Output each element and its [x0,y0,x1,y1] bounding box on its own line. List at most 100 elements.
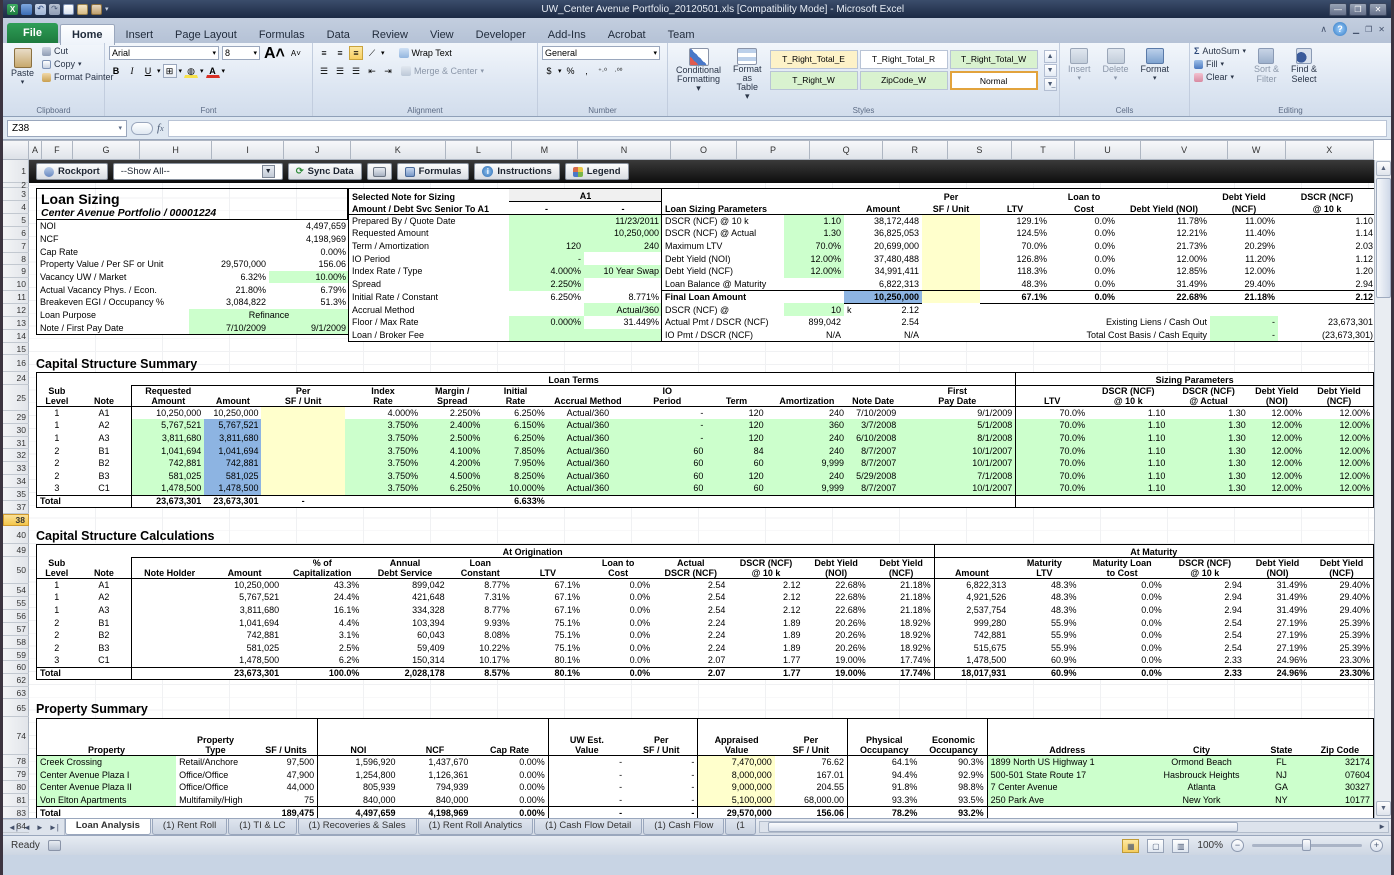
cell[interactable] [1016,495,1088,508]
cell[interactable]: Requested Amount [349,227,509,240]
cell[interactable]: 421,648 [362,591,447,604]
col-header-W[interactable]: W [1228,140,1286,160]
cell[interactable]: 3.750% [345,470,421,483]
cell[interactable]: Loan Sizing Parameters [662,202,784,215]
cell[interactable]: Accrual Method [548,385,628,406]
cell[interactable]: NCF [37,233,189,246]
cell[interactable]: 0.00% [471,794,548,807]
cell[interactable]: - [584,202,662,215]
row-header-57[interactable]: 57 [3,623,29,636]
cell[interactable]: 1.14 [1278,227,1374,240]
cell[interactable]: 120 [706,406,766,419]
cell[interactable]: 70.0% [1016,419,1088,432]
cell[interactable] [628,495,706,508]
cell[interactable]: Actual Pmt / DSCR (NCF) [662,316,784,329]
cell[interactable]: FL [1256,756,1307,769]
row-header-7[interactable]: 7 [3,240,29,253]
cell[interactable]: 1.10 [1278,214,1374,227]
cell[interactable]: - [548,781,625,794]
cell[interactable] [980,189,1050,202]
cell[interactable]: 3,811,680 [207,604,282,617]
cell[interactable]: 55.9% [1009,629,1079,642]
cell[interactable]: 10.22% [448,642,513,655]
cell[interactable]: 12.00% [1249,482,1305,495]
row-header-14[interactable]: 14 [3,330,29,343]
cell[interactable]: 2 [37,616,77,629]
underline-button[interactable]: U [141,64,155,78]
cell[interactable]: 2.250% [509,278,584,291]
cell[interactable]: 60 [628,444,706,457]
undo-icon[interactable]: ↶ [35,4,46,15]
ribbon-tab-home[interactable]: Home [60,24,115,45]
cell[interactable]: B1 [77,616,132,629]
cell[interactable]: LoanConstant [448,557,513,578]
cell[interactable]: DSCR (NCF) [1278,189,1374,202]
cell[interactable]: 1 [37,591,77,604]
cell[interactable]: 8/1/2008 [899,432,1016,445]
cell[interactable]: 0.0% [1079,629,1164,642]
cell[interactable]: 20.26% [804,642,869,655]
cell[interactable]: 31.49% [1245,591,1310,604]
zoom-level[interactable]: 100% [1197,840,1223,851]
find-select-button[interactable]: Find &Select [1287,46,1321,103]
cell[interactable]: Total [37,667,77,680]
zoom-slider-thumb[interactable] [1302,839,1311,851]
cell[interactable]: 0.0% [583,591,653,604]
increase-decimal-icon[interactable]: ⁺·⁰ [596,64,610,78]
cell[interactable]: 1 [37,578,77,591]
cell[interactable]: 19.00% [804,667,869,680]
cell[interactable]: 3.750% [345,419,421,432]
cell[interactable]: 0.0% [583,629,653,642]
row-header-12[interactable]: 12 [3,304,29,317]
cell[interactable]: 55.9% [1009,642,1079,655]
cell[interactable]: PerSF / Unit [625,719,698,756]
cell[interactable]: 9,000,000 [698,781,775,794]
cell[interactable]: 4,198,969 [399,806,472,818]
cell[interactable]: Debt Yield (NOI) [662,252,784,265]
cell[interactable]: 840,000 [399,794,472,807]
cell[interactable]: 840,000 [318,794,399,807]
cell[interactable]: 3/7/2008 [847,419,899,432]
cell[interactable]: 2.33 [1165,654,1245,667]
cell[interactable]: 48.3% [980,278,1050,291]
cell[interactable]: 2.24 [653,629,728,642]
row-header-4[interactable]: 4 [3,201,29,214]
cell[interactable]: 742,881 [934,629,1009,642]
cell[interactable]: 4,497,659 [318,806,399,818]
ribbon-tab-add-ins[interactable]: Add-Ins [537,25,597,45]
cell[interactable]: 29.40% [1310,604,1373,617]
cell[interactable] [261,444,344,457]
row-header-34[interactable]: 34 [3,475,29,488]
horizontal-scroll-thumb[interactable] [768,822,1238,832]
cell[interactable]: NJ [1256,768,1307,781]
cell-style-t_right_w[interactable]: T_Right_W [770,71,858,90]
zoom-slider[interactable] [1252,844,1362,847]
cell[interactable] [784,291,844,304]
cell[interactable]: 60.9% [1009,667,1079,680]
cell[interactable] [980,303,1210,316]
cell[interactable]: 12.00% [1249,457,1305,470]
cell[interactable]: 93.5% [920,794,987,807]
row-header-16[interactable]: 16 [3,355,29,372]
help-icon[interactable]: ? [1333,22,1347,36]
cell[interactable]: PerSF / Unit [775,719,848,756]
cell[interactable]: Cap Rate [471,719,548,756]
cell[interactable]: 6.79% [269,283,349,296]
cell[interactable]: 0.00% [269,245,349,258]
cell[interactable]: Amount [934,557,1009,578]
cell[interactable]: 80.1% [513,667,583,680]
cell[interactable]: 0.00% [471,781,548,794]
col-header-A[interactable]: A [29,140,42,160]
cell[interactable]: Maximum LTV [662,240,784,253]
merge-center-button[interactable]: Merge & Center ▾ [401,66,484,76]
tab--1-cash-flow[interactable]: (1) Cash Flow [643,819,724,835]
print-preview-icon[interactable] [77,4,88,15]
cell[interactable]: 1,478,500 [132,482,204,495]
cell[interactable]: Debt Yield(NOI) [1249,385,1305,406]
cell[interactable] [261,457,344,470]
cell[interactable]: 2.12 [728,578,803,591]
cell[interactable]: 167.01 [775,768,848,781]
row-header-49[interactable]: 49 [3,544,29,557]
cell[interactable]: Debt Yield (NCF) [662,265,784,278]
cell[interactable]: 3.1% [282,629,362,642]
